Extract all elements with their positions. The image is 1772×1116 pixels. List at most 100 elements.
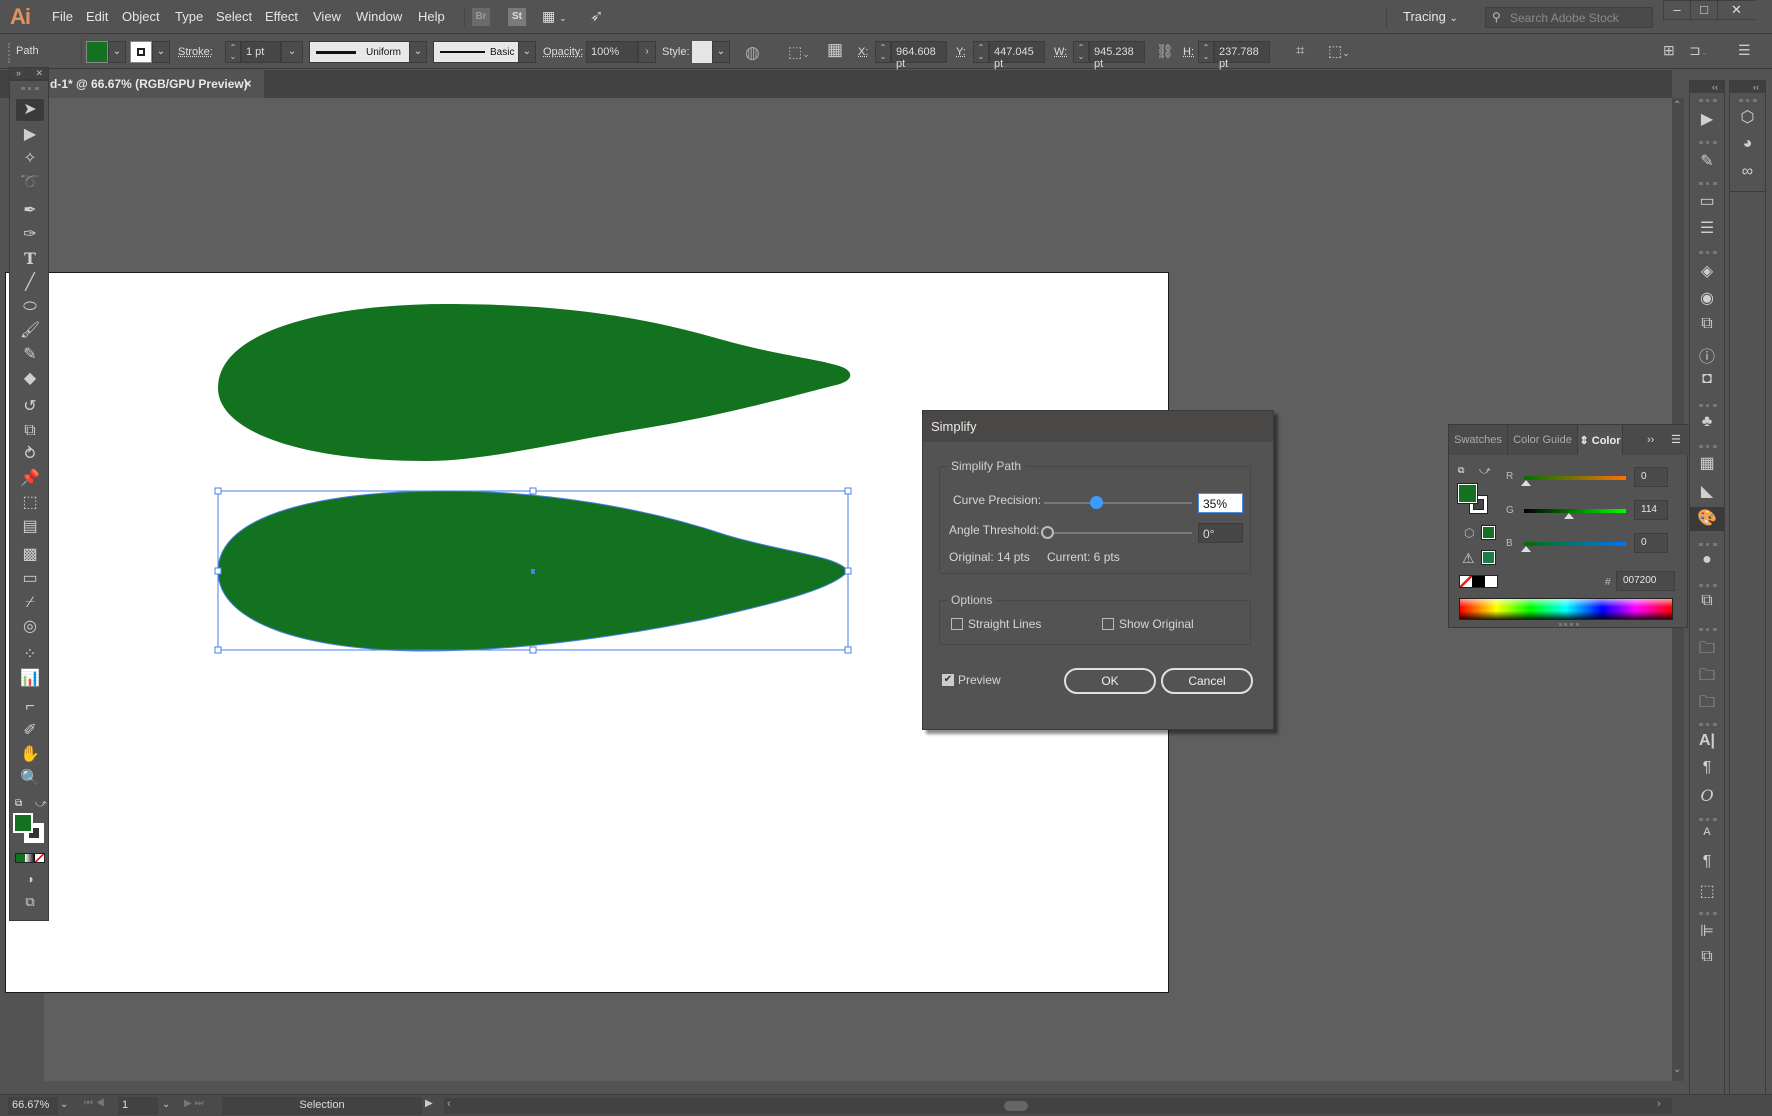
- toolbox-header[interactable]: » ✕: [9, 67, 49, 80]
- handle-top-right[interactable]: [844, 487, 852, 495]
- opacity-expand-button[interactable]: ›: [638, 41, 656, 63]
- workspace-switcher[interactable]: Tracing ⌄: [1403, 9, 1458, 24]
- libraries-panel-icon-2[interactable]: 🗀: [1690, 664, 1724, 691]
- column-graph-tool[interactable]: 📊: [16, 668, 44, 690]
- show-original-label[interactable]: Show Original: [1119, 617, 1194, 631]
- transform-panel-icon[interactable]: ⧉: [1690, 315, 1724, 333]
- scroll-left-icon[interactable]: ‹: [447, 1098, 451, 1110]
- scroll-right-icon[interactable]: ›: [1657, 1098, 1661, 1110]
- angle-threshold-thumb[interactable]: [1041, 526, 1054, 539]
- first-artboard-icon[interactable]: ⏮ ◀: [84, 1098, 105, 1109]
- zoom-dropdown-icon[interactable]: ⌄: [60, 1099, 68, 1110]
- stroke-weight-dropdown[interactable]: ⌄: [281, 41, 303, 63]
- brushes-panel-icon[interactable]: ✎: [1690, 151, 1724, 171]
- learn-panel-icon[interactable]: ◕: [1730, 135, 1765, 153]
- color-guide-panel-icon[interactable]: ◣: [1690, 481, 1724, 501]
- paintbrush-tool[interactable]: 🖌: [16, 320, 44, 342]
- cancel-button[interactable]: Cancel: [1161, 668, 1253, 694]
- minimize-button[interactable]: –: [1663, 0, 1691, 20]
- arrange-documents-icon[interactable]: ▦ ⌄: [542, 8, 567, 25]
- zoom-tool[interactable]: 🔍: [16, 768, 44, 790]
- perspective-grid-tool[interactable]: ▤: [16, 516, 44, 538]
- none-swatch[interactable]: [1460, 576, 1473, 587]
- handle-bottom-right[interactable]: [844, 646, 852, 654]
- original-leaf-shape[interactable]: [218, 304, 851, 461]
- y-stepper[interactable]: ⌃ ⌄: [973, 41, 989, 63]
- eraser-tool[interactable]: ◆: [16, 368, 44, 390]
- reference-point-icon[interactable]: ▦: [827, 40, 843, 60]
- r-slider[interactable]: [1524, 476, 1626, 480]
- w-stepper[interactable]: ⌃ ⌄: [1073, 41, 1089, 63]
- libraries-panel-icon-3[interactable]: 🗀: [1690, 691, 1724, 718]
- menu-object[interactable]: Object: [122, 9, 160, 24]
- stock-button[interactable]: St: [508, 8, 526, 26]
- slice-tool[interactable]: ✐: [16, 720, 44, 742]
- symbol-sprayer-tool[interactable]: ⁘: [16, 644, 44, 666]
- artboard-tool[interactable]: ⌐: [16, 696, 44, 718]
- ellipse-tool[interactable]: ⬭: [16, 296, 44, 318]
- swap-colors-icon[interactable]: ⤻: [35, 798, 47, 811]
- mesh-tool[interactable]: ▩: [16, 544, 44, 566]
- variable-width-profile[interactable]: Uniform: [309, 41, 419, 63]
- gpu-performance-icon[interactable]: ➶: [590, 6, 603, 26]
- panel-menu-icon[interactable]: ☰: [1671, 433, 1681, 446]
- handle-bottom-left[interactable]: [214, 646, 222, 654]
- handle-top-left[interactable]: [214, 487, 222, 495]
- horizontal-scrollbar[interactable]: ‹ ›: [444, 1098, 1672, 1114]
- puppet-warp-tool[interactable]: 📌: [16, 468, 44, 490]
- y-field[interactable]: 447.045 pt: [989, 41, 1045, 70]
- lasso-tool[interactable]: ➰: [16, 172, 44, 194]
- ok-button[interactable]: OK: [1064, 668, 1156, 694]
- curve-precision-slider[interactable]: [1044, 502, 1192, 504]
- x-field[interactable]: 964.608 pt: [891, 41, 947, 70]
- stroke-panel-icon[interactable]: ☰: [1690, 218, 1724, 238]
- creative-cloud-libraries-icon[interactable]: ∞: [1730, 163, 1765, 181]
- panel-resize-grip[interactable]: [1559, 623, 1579, 626]
- menu-view[interactable]: View: [313, 9, 341, 24]
- selection-tool[interactable]: ➤: [16, 99, 44, 121]
- shaper-tool[interactable]: ✎: [16, 344, 44, 366]
- angle-threshold-field[interactable]: 0°: [1198, 523, 1243, 543]
- free-transform-tool[interactable]: ⬚: [16, 492, 44, 514]
- menu-window[interactable]: Window: [356, 9, 402, 24]
- collapse-panel-icon[interactable]: ››: [1647, 434, 1654, 446]
- collapse-dock-icon[interactable]: ‹‹: [1730, 81, 1765, 93]
- character-styles-icon[interactable]: ᴬ: [1690, 826, 1724, 844]
- none-mode-icon[interactable]: [34, 854, 44, 862]
- direct-selection-tool[interactable]: ▶: [16, 124, 44, 146]
- warp-tool[interactable]: ⥁: [16, 444, 44, 466]
- preview-label[interactable]: Preview: [958, 673, 1001, 687]
- close-window-button[interactable]: ✕: [1717, 0, 1755, 20]
- color-mode-buttons[interactable]: [15, 853, 45, 863]
- graphic-style-dropdown[interactable]: ⌄: [712, 41, 730, 63]
- preview-checkbox[interactable]: ✔: [942, 674, 954, 686]
- pathfinder-panel-icon[interactable]: ⧉: [1690, 592, 1724, 610]
- 3d-materials-panel-icon[interactable]: ⬡: [1730, 107, 1765, 127]
- paragraph-panel-icon[interactable]: ¶: [1690, 759, 1724, 777]
- magic-wand-tool[interactable]: ✧: [16, 148, 44, 170]
- paragraph-styles-icon[interactable]: ¶: [1690, 853, 1724, 871]
- collapse-dock-icon[interactable]: ‹‹: [1690, 81, 1724, 93]
- w-field[interactable]: 945.238 pt: [1089, 41, 1145, 70]
- fill-dropdown[interactable]: ⌄: [108, 41, 126, 63]
- links-panel-icon[interactable]: ◘: [1690, 370, 1724, 388]
- swatches-panel-icon[interactable]: ▦: [1690, 453, 1724, 473]
- isolate-selected-icon[interactable]: ⬚⌄: [1328, 42, 1350, 60]
- scale-tool[interactable]: ⧉: [16, 420, 44, 442]
- menu-help[interactable]: Help: [418, 9, 445, 24]
- symbols-panel-icon[interactable]: ♣: [1690, 413, 1724, 431]
- type-tool[interactable]: T: [16, 248, 44, 270]
- web-safe-color-swatch[interactable]: [1481, 525, 1496, 540]
- draw-mode-icon[interactable]: ◑: [16, 868, 44, 890]
- b-value-field[interactable]: 0: [1634, 533, 1668, 553]
- align-to-selection-icon[interactable]: ⬚⌄: [788, 43, 810, 61]
- profile-dropdown[interactable]: ⌄: [409, 41, 427, 63]
- stroke-swatch[interactable]: [130, 41, 152, 63]
- layers-panel-icon[interactable]: ◈: [1690, 261, 1724, 281]
- character-panel-icon[interactable]: A|: [1690, 732, 1724, 750]
- control-panel-menu-icon[interactable]: ☰: [1738, 42, 1751, 59]
- hex-value-field[interactable]: 007200: [1616, 571, 1675, 591]
- artboard-dropdown-icon[interactable]: ⌄: [162, 1099, 170, 1110]
- current-tool-status[interactable]: Selection: [222, 1097, 422, 1115]
- fill-swatch[interactable]: [86, 41, 108, 63]
